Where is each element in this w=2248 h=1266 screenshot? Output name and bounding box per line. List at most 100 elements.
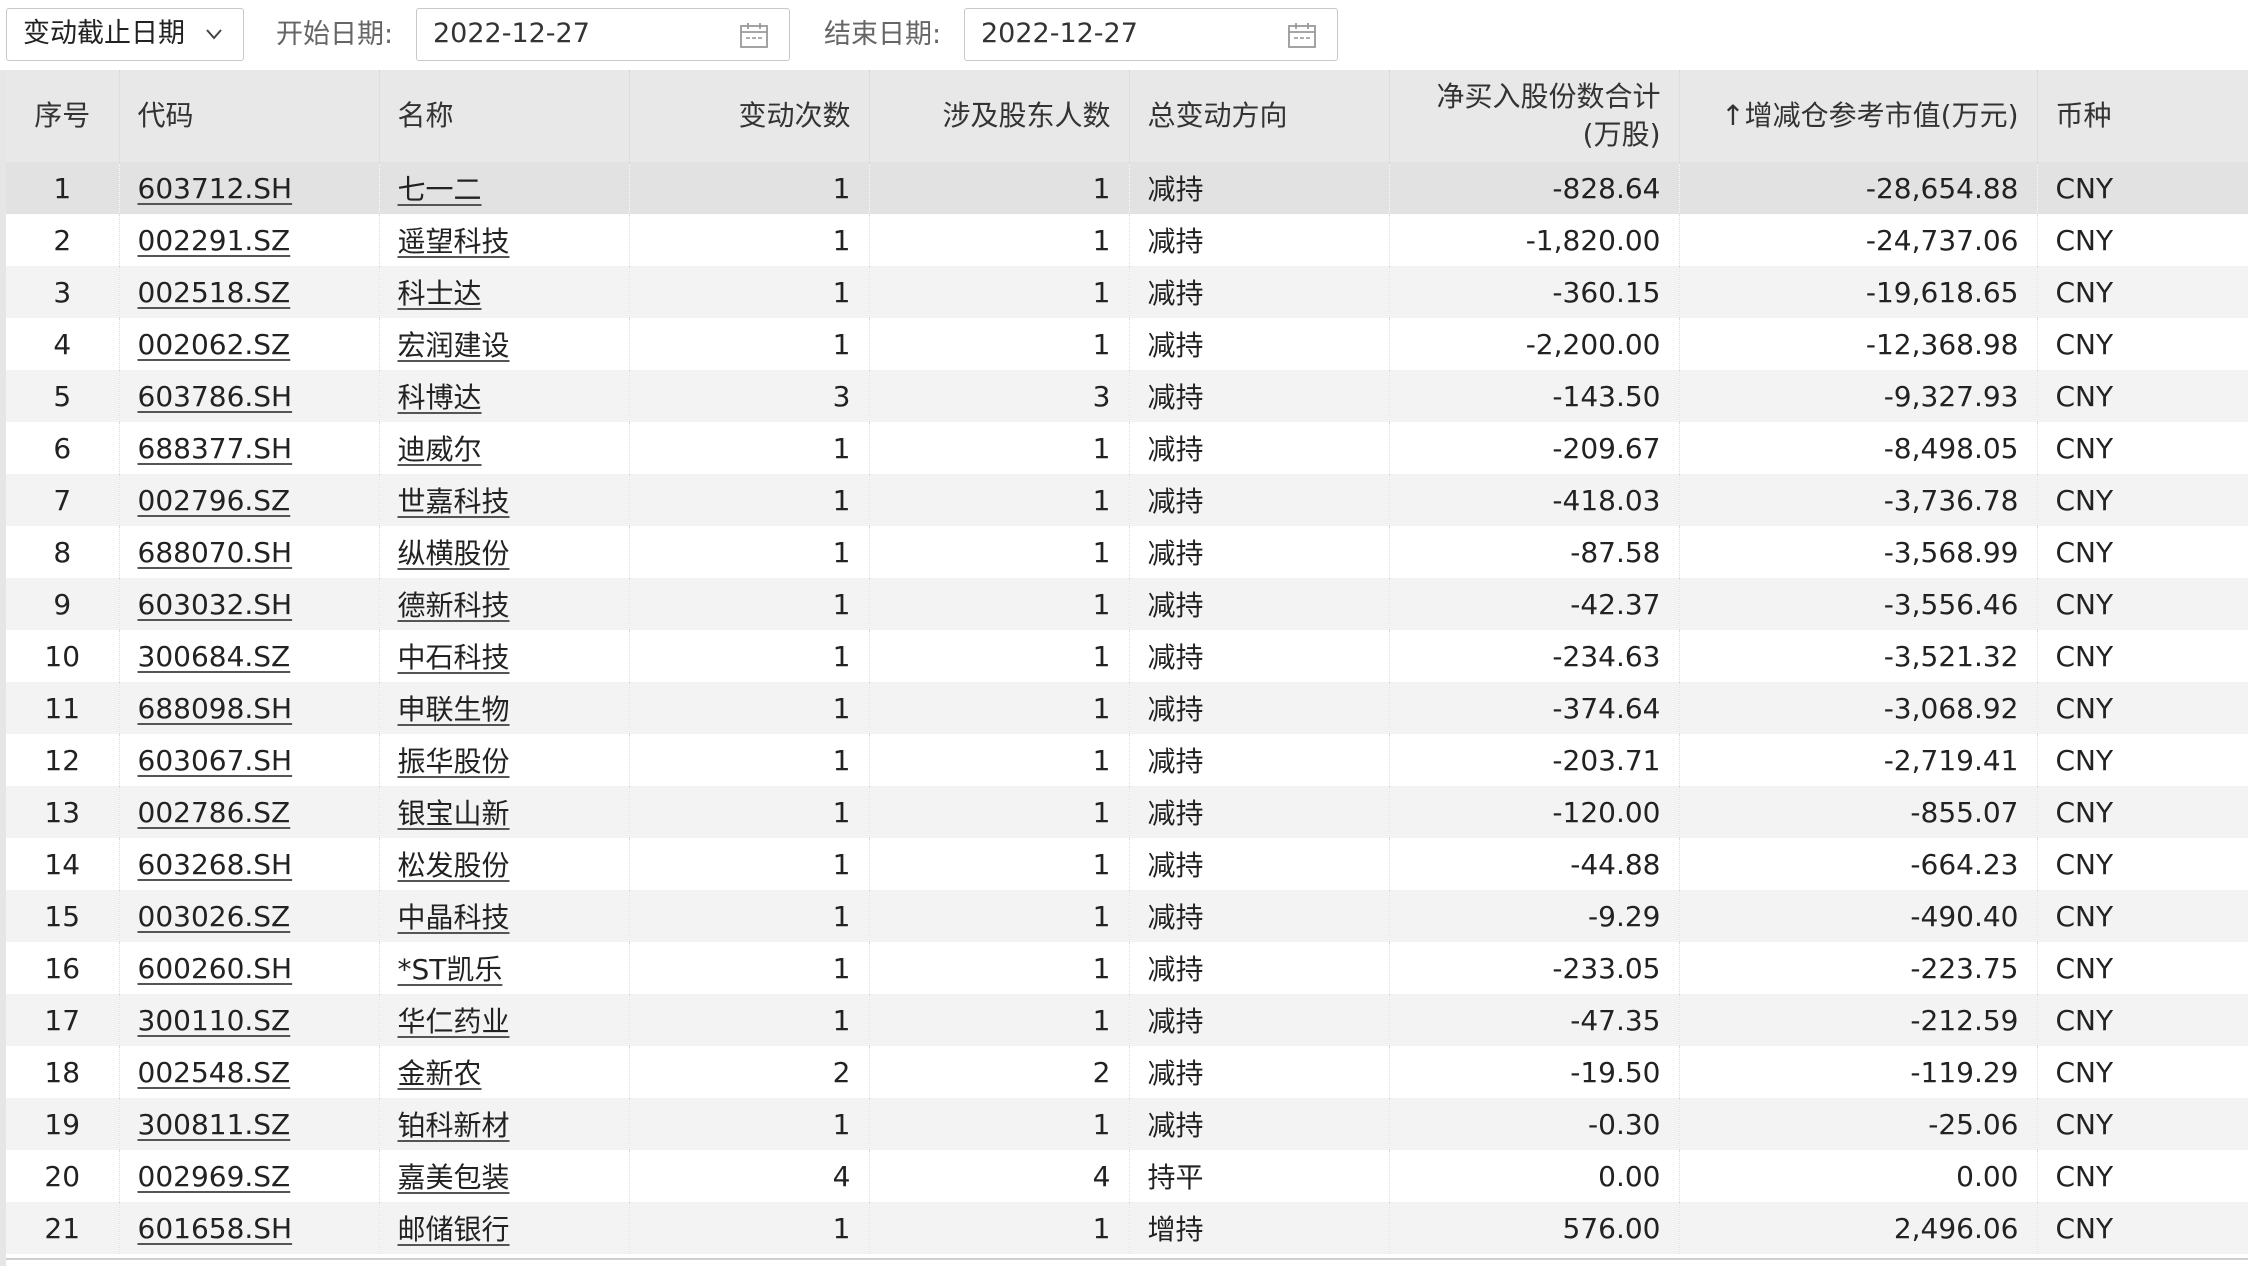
date-type-dropdown[interactable]: 变动截止日期 (6, 8, 244, 61)
cell-name[interactable]: 世嘉科技 (379, 474, 630, 526)
cell-code[interactable]: 300684.SZ (119, 630, 380, 682)
cell-code[interactable]: 603712.SH (119, 162, 380, 214)
table-row[interactable]: 11 688098.SH 申联生物 1 1 减持 -374.64 -3,068.92 CNY (6, 682, 2248, 734)
table-row[interactable]: 18 002548.SZ 金新农 2 2 减持 -19.50 -119.29 CNY (6, 1046, 2248, 1098)
cell-code-link[interactable]: 002548.SZ (138, 1056, 291, 1089)
table-row[interactable]: 7 002796.SZ 世嘉科技 1 1 减持 -418.03 -3,736.78 CNY (6, 474, 2248, 526)
cell-code-link[interactable]: 002796.SZ (138, 484, 291, 517)
cell-name[interactable]: *ST凯乐 (379, 942, 630, 994)
cell-name-link[interactable]: 振华股份 (398, 745, 510, 778)
table-row[interactable]: 6 688377.SH 迪威尔 1 1 减持 -209.67 -8,498.05 CNY (6, 422, 2248, 474)
cell-name[interactable]: 邮储银行 (379, 1202, 630, 1254)
cell-name-link[interactable]: 申联生物 (398, 693, 510, 726)
cell-name[interactable]: 纵横股份 (379, 526, 630, 578)
cell-name-link[interactable]: 嘉美包装 (398, 1161, 510, 1194)
cell-name[interactable]: 科士达 (379, 266, 630, 318)
cell-name[interactable]: 松发股份 (379, 838, 630, 890)
cell-name[interactable]: 银宝山新 (379, 786, 630, 838)
col-header-holder-count[interactable]: 涉及股东人数 (869, 70, 1130, 162)
table-row[interactable]: 20 002969.SZ 嘉美包装 4 4 持平 0.00 0.00 CNY (6, 1150, 2248, 1202)
col-header-code[interactable]: 代码 (119, 70, 380, 162)
col-header-direction[interactable]: 总变动方向 (1129, 70, 1390, 162)
cell-code[interactable]: 688070.SH (119, 526, 380, 578)
cell-name-link[interactable]: 松发股份 (398, 849, 510, 882)
cell-name[interactable]: 宏润建设 (379, 318, 630, 370)
cell-code[interactable]: 002062.SZ (119, 318, 380, 370)
cell-code[interactable]: 002518.SZ (119, 266, 380, 318)
cell-name-link[interactable]: 中晶科技 (398, 901, 510, 934)
cell-code-link[interactable]: 300110.SZ (138, 1004, 291, 1037)
cell-code-link[interactable]: 002518.SZ (138, 276, 291, 309)
table-row[interactable]: 12 603067.SH 振华股份 1 1 减持 -203.71 -2,719.41 CNY (6, 734, 2248, 786)
cell-code-link[interactable]: 603712.SH (138, 172, 293, 205)
table-row[interactable]: 8 688070.SH 纵横股份 1 1 减持 -87.58 -3,568.99 CNY (6, 526, 2248, 578)
cell-code-link[interactable]: 300684.SZ (138, 640, 291, 673)
cell-code[interactable]: 002291.SZ (119, 214, 380, 266)
cell-code[interactable]: 300811.SZ (119, 1098, 380, 1150)
cell-code[interactable]: 603032.SH (119, 578, 380, 630)
cell-code[interactable]: 688098.SH (119, 682, 380, 734)
cell-code[interactable]: 603786.SH (119, 370, 380, 422)
cell-name-link[interactable]: *ST凯乐 (398, 953, 503, 986)
col-header-change-count[interactable]: 变动次数 (629, 70, 870, 162)
table-row[interactable]: 5 603786.SH 科博达 3 3 减持 -143.50 -9,327.93 CNY (6, 370, 2248, 422)
cell-name-link[interactable]: 德新科技 (398, 589, 510, 622)
cell-name[interactable]: 遥望科技 (379, 214, 630, 266)
cell-code-link[interactable]: 002062.SZ (138, 328, 291, 361)
cell-code[interactable]: 601658.SH (119, 1202, 380, 1254)
cell-code[interactable]: 002786.SZ (119, 786, 380, 838)
cell-name-link[interactable]: 纵横股份 (398, 537, 510, 570)
cell-code-link[interactable]: 603786.SH (138, 380, 293, 413)
cell-code-link[interactable]: 688377.SH (138, 432, 293, 465)
table-row[interactable]: 1 603712.SH 七一二 1 1 减持 -828.64 -28,654.88 CNY (6, 162, 2248, 214)
cell-name[interactable]: 申联生物 (379, 682, 630, 734)
cell-code-link[interactable]: 688070.SH (138, 536, 293, 569)
col-header-index[interactable]: 序号 (6, 70, 120, 162)
cell-code[interactable]: 603067.SH (119, 734, 380, 786)
cell-name[interactable]: 科博达 (379, 370, 630, 422)
table-row[interactable]: 17 300110.SZ 华仁药业 1 1 减持 -47.35 -212.59 CNY (6, 994, 2248, 1046)
start-date-input[interactable]: 2022-12-27 (416, 8, 790, 61)
col-header-market-value[interactable]: ↑增减仓参考市值(万元) (1679, 70, 2038, 162)
cell-name-link[interactable]: 迪威尔 (398, 433, 482, 466)
cell-name[interactable]: 中晶科技 (379, 890, 630, 942)
col-header-name[interactable]: 名称 (379, 70, 630, 162)
cell-code-link[interactable]: 600260.SH (138, 952, 293, 985)
table-row[interactable]: 9 603032.SH 德新科技 1 1 减持 -42.37 -3,556.46 CNY (6, 578, 2248, 630)
cell-code[interactable]: 002548.SZ (119, 1046, 380, 1098)
table-row[interactable]: 21 601658.SH 邮储银行 1 1 增持 576.00 2,496.06 CNY (6, 1202, 2248, 1254)
cell-name[interactable]: 七一二 (379, 162, 630, 214)
end-date-input[interactable]: 2022-12-27 (964, 8, 1338, 61)
cell-name-link[interactable]: 遥望科技 (398, 225, 510, 258)
cell-name[interactable]: 迪威尔 (379, 422, 630, 474)
cell-code-link[interactable]: 002291.SZ (138, 224, 291, 257)
cell-name[interactable]: 中石科技 (379, 630, 630, 682)
cell-code-link[interactable]: 003026.SZ (138, 900, 291, 933)
cell-name-link[interactable]: 邮储银行 (398, 1213, 510, 1246)
cell-code-link[interactable]: 603032.SH (138, 588, 293, 621)
cell-code-link[interactable]: 300811.SZ (138, 1108, 291, 1141)
col-header-currency[interactable]: 币种 (2037, 70, 2248, 162)
cell-name-link[interactable]: 铂科新材 (398, 1109, 510, 1142)
table-row[interactable]: 19 300811.SZ 铂科新材 1 1 减持 -0.30 -25.06 CNY (6, 1098, 2248, 1150)
cell-code[interactable]: 002796.SZ (119, 474, 380, 526)
table-row[interactable]: 4 002062.SZ 宏润建设 1 1 减持 -2,200.00 -12,368.98 CNY (6, 318, 2248, 370)
cell-code-link[interactable]: 603067.SH (138, 744, 293, 777)
cell-name[interactable]: 华仁药业 (379, 994, 630, 1046)
col-header-net-shares[interactable]: 净买入股份数合计 (万股) (1389, 70, 1680, 162)
cell-name-link[interactable]: 中石科技 (398, 641, 510, 674)
cell-code-link[interactable]: 002786.SZ (138, 796, 291, 829)
cell-name[interactable]: 铂科新材 (379, 1098, 630, 1150)
cell-code[interactable]: 300110.SZ (119, 994, 380, 1046)
table-row[interactable]: 14 603268.SH 松发股份 1 1 减持 -44.88 -664.23 CNY (6, 838, 2248, 890)
cell-code[interactable]: 003026.SZ (119, 890, 380, 942)
cell-name[interactable]: 德新科技 (379, 578, 630, 630)
cell-code-link[interactable]: 601658.SH (138, 1212, 293, 1245)
cell-name-link[interactable]: 科博达 (398, 381, 482, 414)
table-row[interactable]: 10 300684.SZ 中石科技 1 1 减持 -234.63 -3,521.32 CNY (6, 630, 2248, 682)
cell-code[interactable]: 688377.SH (119, 422, 380, 474)
cell-name-link[interactable]: 宏润建设 (398, 329, 510, 362)
table-row[interactable]: 13 002786.SZ 银宝山新 1 1 减持 -120.00 -855.07 CNY (6, 786, 2248, 838)
cell-code-link[interactable]: 603268.SH (138, 848, 293, 881)
cell-code[interactable]: 002969.SZ (119, 1150, 380, 1202)
